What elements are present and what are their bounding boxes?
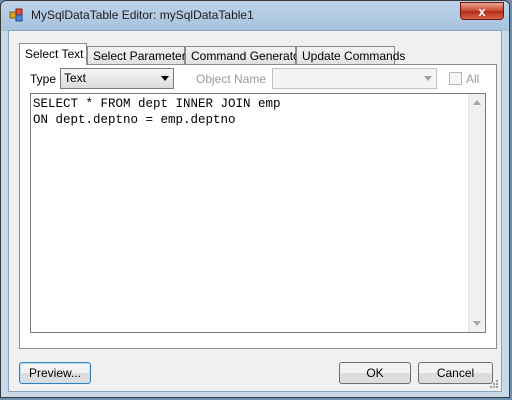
type-dropdown-value: Text	[64, 71, 87, 85]
scroll-up-button[interactable]	[469, 94, 485, 111]
editor-window: MySqlDataTable Editor: mySqlDataTable1 x…	[0, 0, 510, 398]
tab-select-text[interactable]: Select Text	[19, 43, 87, 65]
sql-line: SELECT * FROM dept INNER JOIN emp	[33, 97, 281, 111]
close-button[interactable]: x	[460, 2, 504, 20]
chevron-down-icon	[161, 76, 169, 81]
sql-text-editor[interactable]: SELECT * FROM dept INNER JOIN emp ON dept…	[30, 93, 486, 333]
object-name-label: Object Name	[196, 72, 267, 86]
resize-grip-icon[interactable]	[489, 379, 499, 389]
tab-label: Select Parameters	[93, 49, 192, 63]
scroll-down-button[interactable]	[469, 315, 485, 332]
ok-button[interactable]: OK	[339, 362, 411, 384]
tab-label: Select Text	[25, 47, 84, 61]
app-icon	[9, 8, 23, 22]
tab-command-generator[interactable]: Command Generator	[185, 46, 304, 64]
title-bar[interactable]: MySqlDataTable Editor: mySqlDataTable1 x	[1, 1, 509, 29]
close-icon: x	[478, 4, 486, 19]
type-label: Type	[30, 72, 57, 86]
tab-select-parameters[interactable]: Select Parameters	[87, 46, 192, 64]
vertical-scrollbar[interactable]	[468, 94, 485, 332]
chevron-down-icon	[424, 76, 432, 81]
object-name-dropdown[interactable]	[272, 68, 437, 89]
all-checkbox[interactable]	[449, 72, 462, 85]
tab-update-commands[interactable]: Update Commands	[296, 46, 405, 64]
arrow-down-icon	[473, 321, 481, 326]
preview-button[interactable]: Preview...	[19, 362, 91, 384]
window-title: MySqlDataTable Editor: mySqlDataTable1	[31, 8, 254, 22]
all-label: All	[466, 72, 480, 86]
select-text-panel: Type Text Object Name All SELECT * FROM …	[19, 64, 497, 349]
sql-text: SELECT * FROM dept INNER JOIN emp ON dept…	[33, 96, 281, 128]
type-dropdown[interactable]: Text	[60, 68, 174, 89]
arrow-up-icon	[473, 100, 481, 105]
cancel-button[interactable]: Cancel	[418, 362, 493, 384]
tab-label: Command Generator	[191, 49, 304, 63]
sql-line: ON dept.deptno = emp.deptno	[33, 113, 236, 127]
dialog-client: Select Text Select Parameters Command Ge…	[8, 30, 502, 392]
tab-label: Update Commands	[302, 49, 406, 63]
